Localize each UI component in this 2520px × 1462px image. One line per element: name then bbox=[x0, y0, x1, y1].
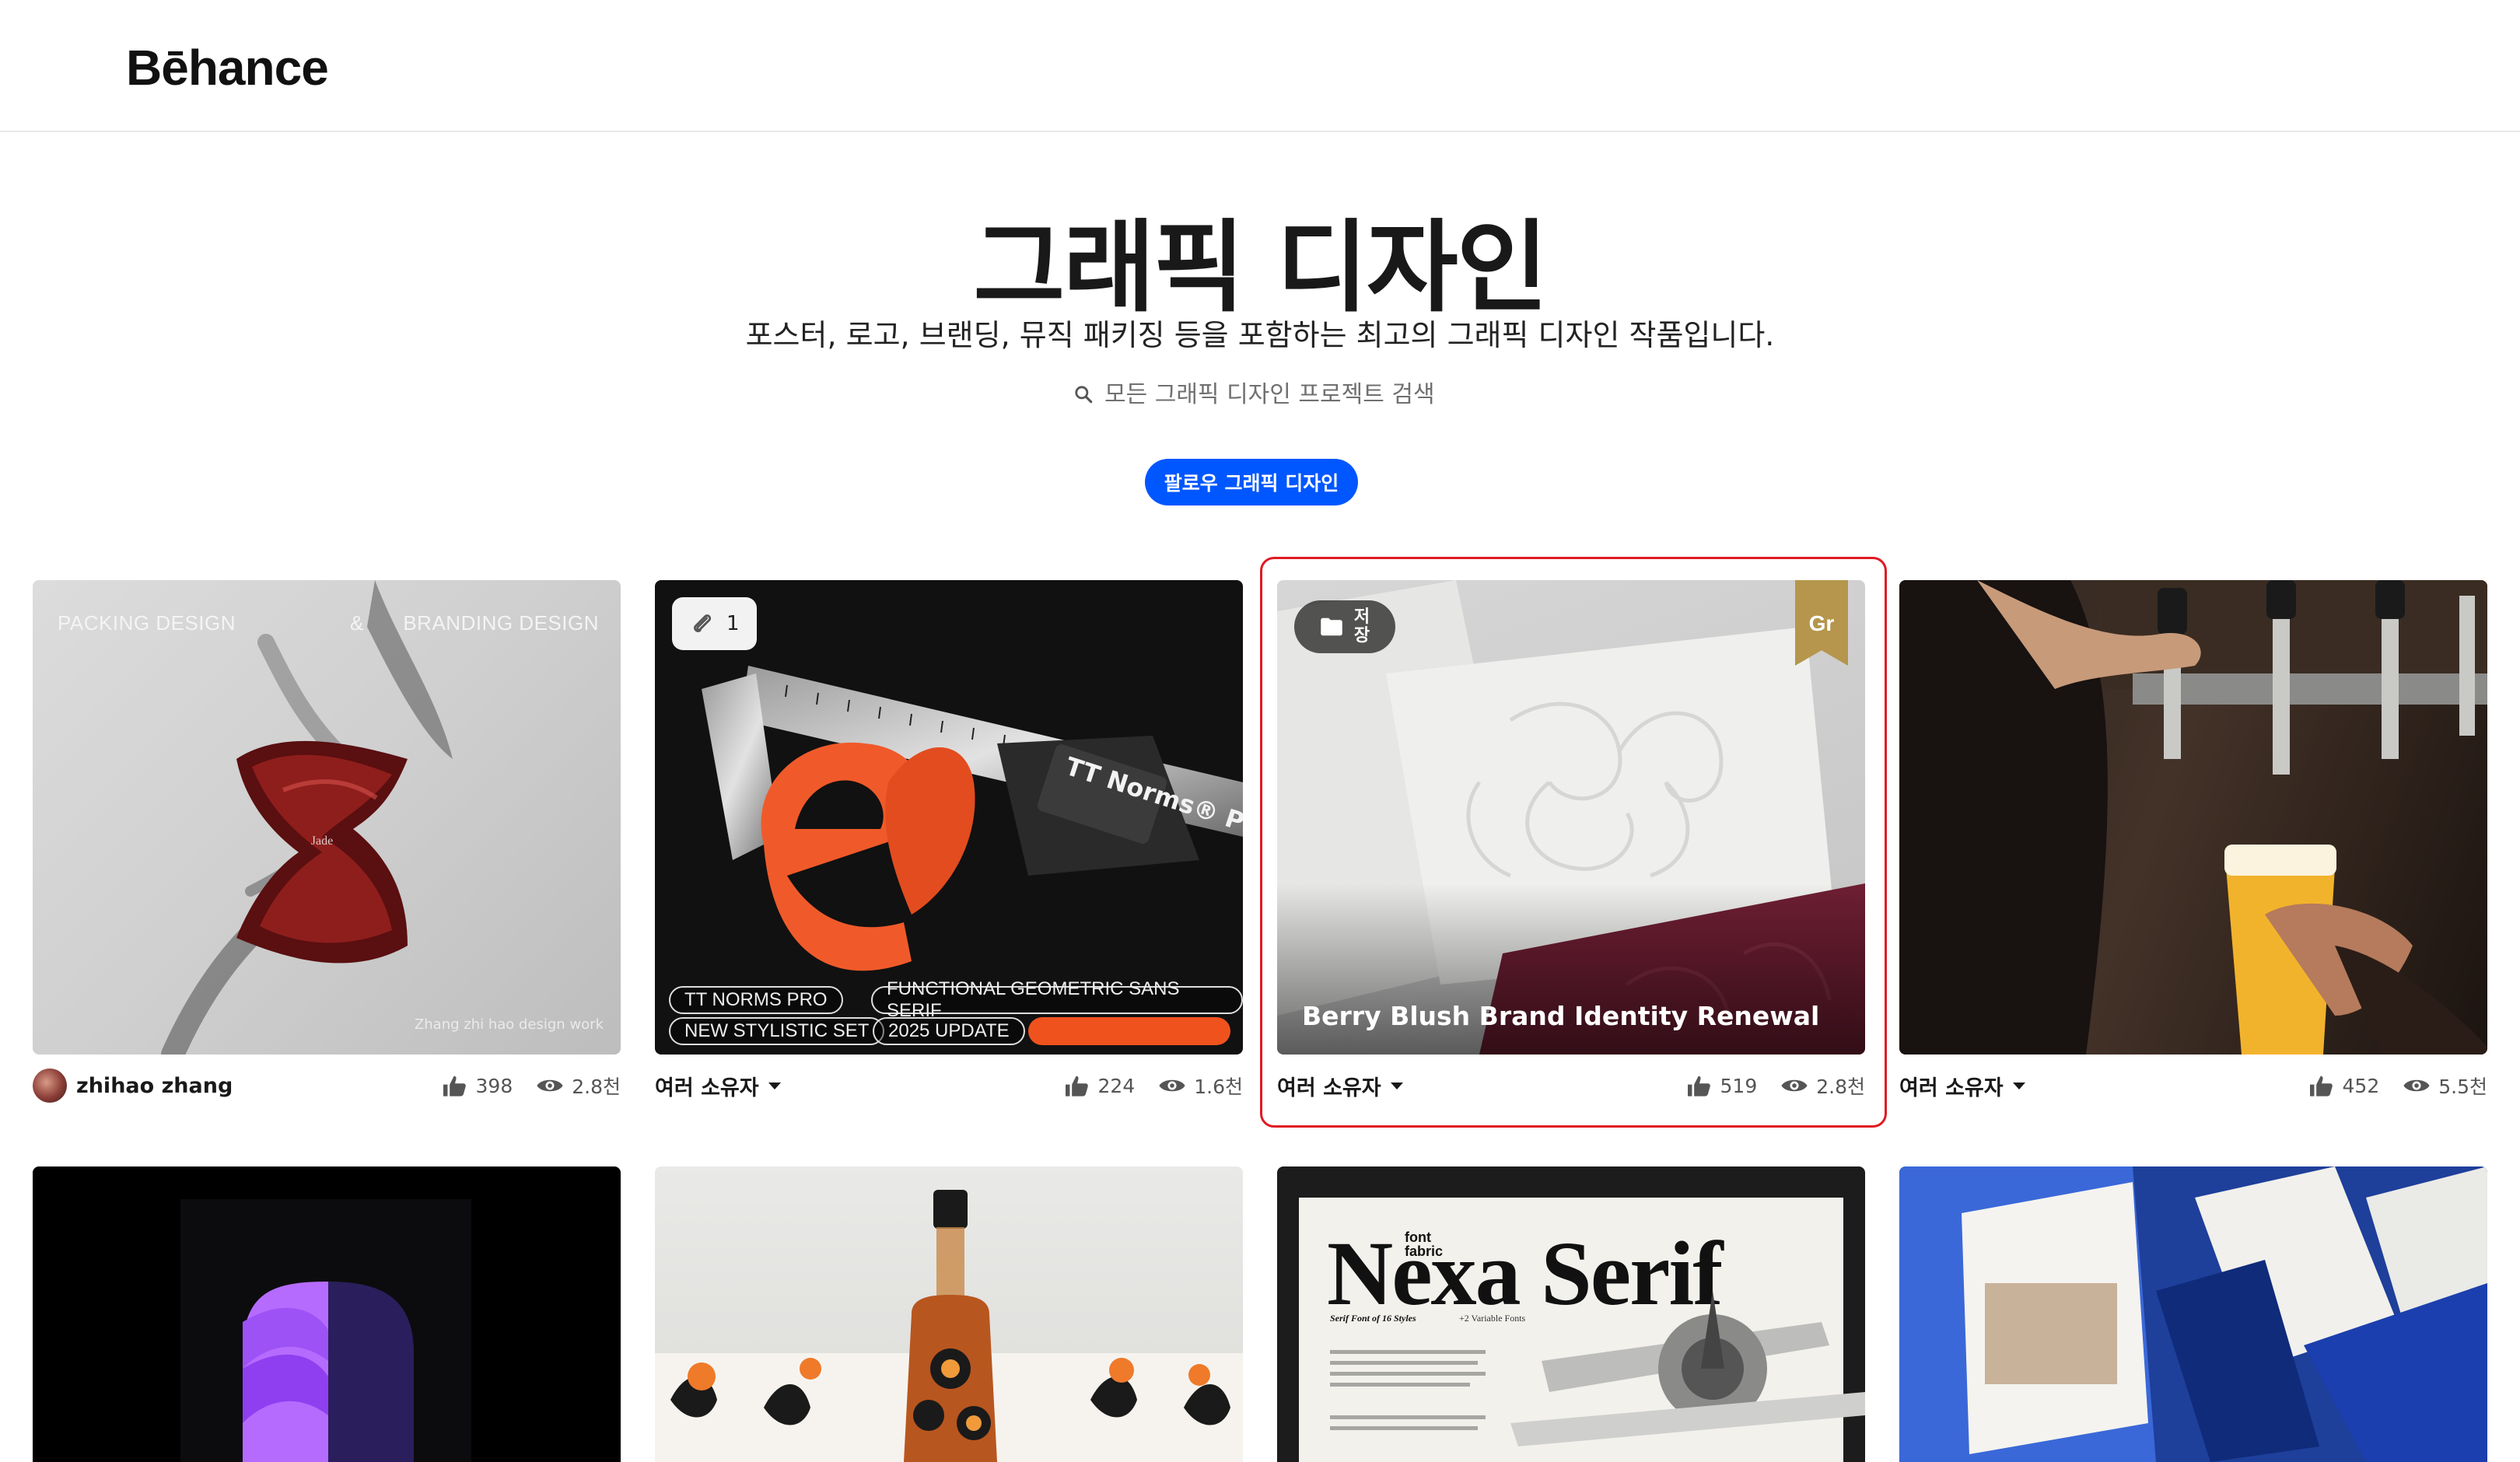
behance-logo[interactable]: Bēhance bbox=[126, 39, 329, 96]
search-icon bbox=[1075, 386, 1093, 404]
view-count: 2.8천 bbox=[1816, 1076, 1865, 1098]
project-thumbnail[interactable] bbox=[33, 1166, 621, 1462]
view-count: 5.5천 bbox=[2438, 1076, 2487, 1098]
like-count: 452 bbox=[2342, 1074, 2380, 1097]
avatar[interactable] bbox=[33, 1069, 67, 1103]
attachment-badge[interactable]: 1 bbox=[672, 597, 757, 650]
caret-down-icon bbox=[768, 1082, 781, 1090]
view-count: 1.6천 bbox=[1194, 1076, 1243, 1098]
owner-name[interactable]: zhihao zhang bbox=[76, 1074, 233, 1098]
save-button[interactable]: 저장 bbox=[1294, 600, 1395, 653]
attachment-count: 1 bbox=[726, 612, 740, 635]
project-title[interactable]: Berry Blush Brand Identity Renewal bbox=[1302, 1001, 1819, 1031]
paperclip-icon bbox=[693, 614, 712, 633]
caret-down-icon bbox=[1390, 1082, 1403, 1090]
thumb-tag: FUNCTIONAL GEOMETRIC SANS SERIF bbox=[871, 978, 1243, 1021]
thumbs-up-icon bbox=[443, 1076, 466, 1096]
thumb-tag: NEW STYLISTIC SET bbox=[669, 1017, 885, 1045]
project-thumbnail[interactable]: TT Norms® Pro Update 1 TT NORMS PRO FUNC… bbox=[655, 580, 1243, 1055]
owner-name[interactable]: 여러 소유자 bbox=[655, 1071, 759, 1101]
project-stats: 452 5.5천 bbox=[2308, 1072, 2487, 1100]
page-title: 그래픽 디자인 bbox=[973, 210, 1548, 326]
project-thumbnail[interactable]: font fabric Nexa Serif Serif Font of 16 … bbox=[1277, 1166, 1865, 1462]
project-thumbnail[interactable] bbox=[1899, 580, 2487, 1055]
bottle-packaging-image bbox=[655, 1190, 1243, 1462]
orange-bar bbox=[1028, 1017, 1230, 1045]
project-search[interactable] bbox=[1073, 375, 1447, 414]
folder-icon bbox=[1321, 617, 1342, 636]
thumbs-up-icon bbox=[2309, 1076, 2333, 1096]
like-count: 224 bbox=[1097, 1074, 1136, 1097]
like-count: 398 bbox=[475, 1074, 513, 1097]
follow-category-button[interactable]: 팔로우 그래픽 디자인 bbox=[1145, 459, 1358, 505]
project-thumbnail[interactable]: 저장 Gr Berry Blush Brand Identity Renewal bbox=[1277, 580, 1865, 1055]
owners-dropdown[interactable]: 여러 소유자 bbox=[1899, 1071, 2025, 1101]
thumbs-up-icon bbox=[1687, 1076, 1710, 1096]
project-thumbnail[interactable] bbox=[1899, 1166, 2487, 1462]
thumb-tag: 2025 UPDATE bbox=[873, 1017, 1025, 1045]
like-count: 519 bbox=[1720, 1074, 1758, 1097]
top-bar: Bēhance bbox=[0, 0, 2520, 132]
owners-dropdown[interactable]: 여러 소유자 bbox=[1277, 1071, 1403, 1101]
save-label: 저장 bbox=[1353, 607, 1370, 645]
project-meta: zhihao zhang 398 2.8천 bbox=[33, 1062, 621, 1109]
eye-icon bbox=[2403, 1079, 2430, 1092]
thumbs-up-icon bbox=[1065, 1076, 1088, 1096]
eye-icon bbox=[1781, 1079, 1808, 1092]
project-stats: 398 2.8천 bbox=[442, 1072, 621, 1100]
thumb-brand: Jade bbox=[311, 834, 333, 848]
thumb-credit: Zhang zhi hao design work bbox=[414, 1016, 604, 1033]
page-subtitle: 포스터, 로고, 브랜딩, 뮤직 패키징 등을 포함하는 최고의 그래픽 디자인… bbox=[745, 318, 1775, 352]
project-stats: 224 1.6천 bbox=[1064, 1072, 1243, 1100]
eye-icon bbox=[1159, 1079, 1185, 1092]
perfume-bottle-image: Jade bbox=[161, 580, 453, 1055]
stationery-image bbox=[1899, 1166, 2487, 1462]
project-meta: 여러 소유자 519 2.8천 bbox=[1277, 1062, 1865, 1109]
search-input[interactable] bbox=[1104, 380, 1439, 408]
thumb-tag: TT NORMS PRO bbox=[669, 986, 843, 1014]
owners-dropdown[interactable]: 여러 소유자 bbox=[655, 1071, 781, 1101]
purple-shape-image bbox=[180, 1199, 471, 1462]
owner-name[interactable]: 여러 소유자 bbox=[1899, 1071, 2004, 1101]
beer-tap-image bbox=[1899, 580, 2487, 1055]
project-meta: 여러 소유자 224 1.6천 bbox=[655, 1062, 1243, 1109]
caret-down-icon bbox=[2012, 1082, 2025, 1090]
owner-name[interactable]: 여러 소유자 bbox=[1277, 1071, 1381, 1101]
owner-link[interactable]: zhihao zhang bbox=[33, 1069, 233, 1103]
eye-icon bbox=[537, 1079, 563, 1092]
project-meta: 여러 소유자 452 5.5천 bbox=[1899, 1062, 2487, 1109]
project-thumbnail[interactable] bbox=[655, 1166, 1243, 1462]
project-thumbnail[interactable]: PACKING DESIGN & BRANDING DESIGN Jade Zh… bbox=[33, 580, 621, 1055]
project-stats: 519 2.8천 bbox=[1686, 1072, 1865, 1100]
view-count: 2.8천 bbox=[572, 1076, 621, 1098]
plane-image bbox=[1330, 1291, 1865, 1446]
